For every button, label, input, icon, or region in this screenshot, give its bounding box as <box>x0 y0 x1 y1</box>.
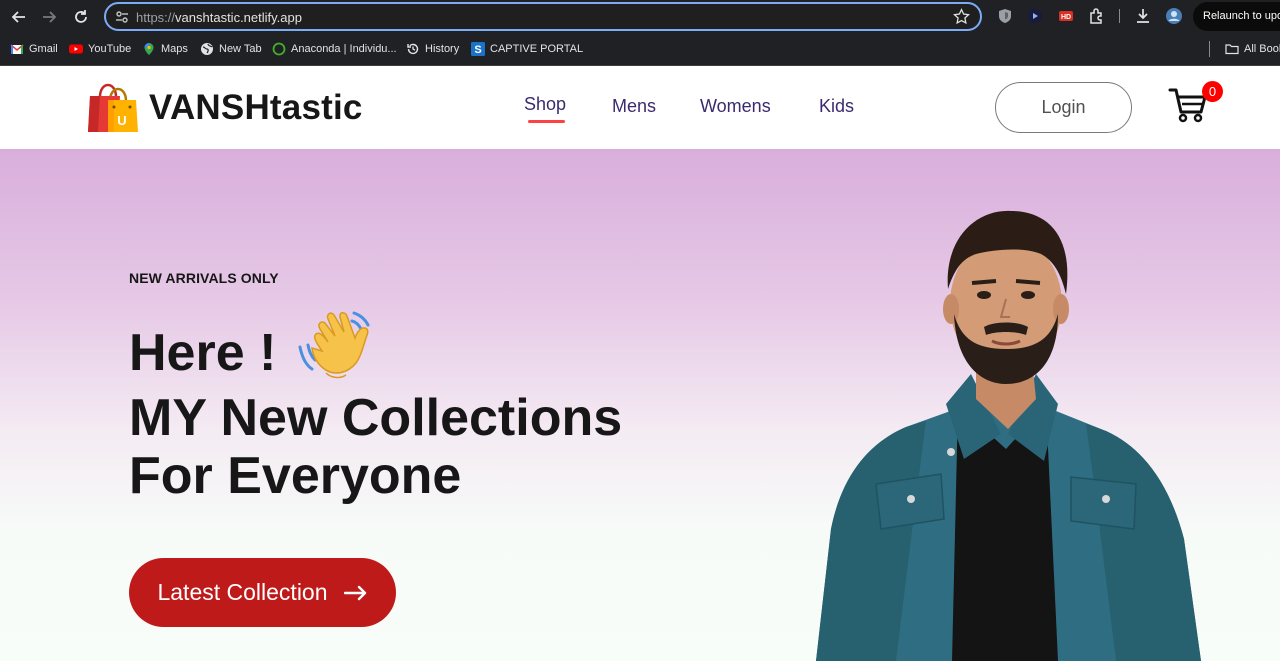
bookmark-label: New Tab <box>219 43 262 55</box>
waving-hand-icon <box>298 311 370 379</box>
bookmark-label: Anaconda | Individu... <box>291 43 397 55</box>
maps-icon <box>144 43 154 55</box>
forward-button[interactable] <box>38 6 60 28</box>
anaconda-icon <box>272 42 286 56</box>
url-scheme: https:// <box>136 10 176 25</box>
shopping-bag-logo-icon[interactable]: U <box>86 83 140 133</box>
arrow-left-icon <box>11 11 25 23</box>
globe-icon <box>201 43 213 55</box>
toolbar-divider <box>1119 9 1120 23</box>
bookmark-gmail[interactable]: Gmail <box>10 41 58 57</box>
bookmark-anaconda[interactable]: Anaconda | Individu... <box>272 41 397 57</box>
url-host: vanshtastic.netlify.app <box>175 10 302 25</box>
bookmark-label: History <box>425 43 460 55</box>
youtube-icon <box>69 44 83 54</box>
hd-extension-icon[interactable]: HD <box>1057 7 1075 25</box>
bookmark-maps[interactable]: Maps <box>142 41 188 57</box>
extensions-puzzle-icon[interactable] <box>1088 7 1106 25</box>
bookmark-history[interactable]: History <box>406 41 459 57</box>
brand-name[interactable]: VANSHtastic <box>149 88 363 128</box>
arrow-right-icon <box>43 11 57 23</box>
history-icon <box>407 43 419 55</box>
gmail-icon <box>10 44 24 54</box>
browser-toolbar: https://vanshtastic.netlify.app HD Relau… <box>0 0 1280 33</box>
reload-button[interactable] <box>70 6 92 28</box>
svg-text:HD: HD <box>1061 14 1071 21</box>
site-navbar: U VANSHtastic Shop Mens Womens Kids Logi… <box>0 66 1280 149</box>
nav-mens[interactable]: Mens <box>612 96 656 117</box>
login-button[interactable]: Login <box>995 82 1132 133</box>
folder-icon <box>1225 44 1239 55</box>
nav-active-indicator <box>528 120 565 123</box>
profile-avatar-icon[interactable] <box>1165 7 1183 25</box>
back-button[interactable] <box>8 6 30 28</box>
hero-heading-line1: Here ! <box>129 311 382 391</box>
hero-heading-line3: For Everyone <box>129 447 462 505</box>
captive-portal-icon: S <box>471 42 485 56</box>
media-extension-icon[interactable] <box>1026 7 1044 25</box>
svg-text:S: S <box>474 44 481 56</box>
arrow-right-icon <box>343 585 366 600</box>
nav-womens[interactable]: Womens <box>700 96 771 117</box>
site-settings-icon[interactable] <box>114 9 130 25</box>
cart-count-badge: 0 <box>1202 81 1223 102</box>
bookmark-label: CAPTIVE PORTAL <box>490 43 584 55</box>
latest-collection-button[interactable]: Latest Collection <box>129 558 396 627</box>
nav-shop[interactable]: Shop <box>524 94 566 115</box>
bookmark-new-tab[interactable]: New Tab <box>200 41 262 57</box>
bookmark-label: All Book <box>1244 43 1280 55</box>
hero-heading-line2: MY New Collections <box>129 389 623 447</box>
svg-text:U: U <box>117 113 126 128</box>
bookmark-all-bookmarks[interactable]: All Book <box>1225 41 1280 57</box>
shield-extension-icon[interactable] <box>996 7 1014 25</box>
hero-kicker: NEW ARRIVALS ONLY <box>129 270 279 286</box>
bookmark-label: Gmail <box>29 43 58 55</box>
bookmarks-bar: Gmail YouTube Maps New Tab Anaconda | In… <box>0 33 1280 66</box>
download-icon[interactable] <box>1134 7 1152 25</box>
star-icon[interactable] <box>953 8 970 25</box>
hero-model-photo <box>816 210 1201 661</box>
hero-line1-text: Here ! <box>129 324 277 382</box>
bookmarks-divider <box>1209 41 1210 57</box>
reload-icon <box>75 10 87 23</box>
bookmark-label: Maps <box>161 43 188 55</box>
relaunch-button[interactable]: Relaunch to upda <box>1193 2 1280 31</box>
bookmark-youtube[interactable]: YouTube <box>69 41 131 57</box>
hero-section: NEW ARRIVALS ONLY Here ! MY New Collecti… <box>0 149 1280 661</box>
url-text: https://vanshtastic.netlify.app <box>136 10 302 25</box>
bookmark-captive-portal[interactable]: S CAPTIVE PORTAL <box>471 41 583 57</box>
latest-collection-label: Latest Collection <box>157 579 328 605</box>
bookmark-label: YouTube <box>88 43 132 55</box>
address-bar[interactable]: https://vanshtastic.netlify.app <box>104 2 982 31</box>
nav-kids[interactable]: Kids <box>819 96 854 117</box>
